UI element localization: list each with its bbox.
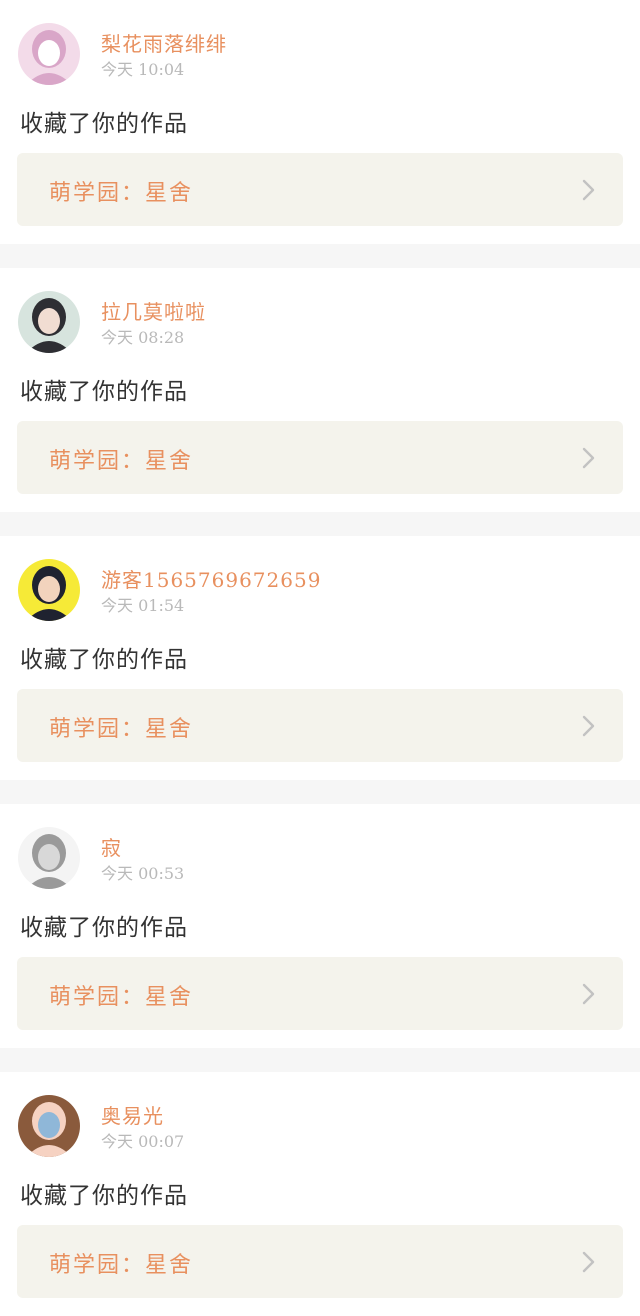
timestamp: 今天 01:54 (101, 596, 185, 615)
avatar[interactable] (18, 291, 80, 353)
username[interactable]: 奥易光 (101, 1100, 164, 1129)
work-title: 萌学园：星舍 (49, 717, 194, 742)
favorite-notification-card: 拉几莫啦啦 今天 08:28 收藏了你的作品 萌学园：星舍 (0, 268, 640, 512)
work-link[interactable]: 萌学园：星舍 (17, 421, 623, 494)
sketch-drawing-avatar (18, 827, 80, 889)
action-text: 收藏了你的作品 (20, 111, 188, 137)
chevron-right-icon (582, 983, 595, 1005)
action-text: 收藏了你的作品 (20, 379, 188, 405)
action-text: 收藏了你的作品 (20, 647, 188, 673)
work-link[interactable]: 萌学园：星舍 (17, 689, 623, 762)
timestamp: 今天 00:53 (101, 864, 185, 883)
username[interactable]: 游客1565769672659 (101, 564, 321, 593)
work-link[interactable]: 萌学园：星舍 (17, 957, 623, 1030)
work-title: 萌学园：星舍 (49, 181, 194, 206)
username[interactable]: 拉几莫啦啦 (101, 296, 206, 325)
username[interactable]: 寂 (101, 832, 122, 861)
avatar[interactable] (18, 559, 80, 621)
favorite-notification-card: 梨花雨落绯绯 今天 10:04 收藏了你的作品 萌学园：星舍 (0, 0, 640, 244)
anime-girl-brown-hair-avatar (18, 1095, 80, 1157)
timestamp: 今天 08:28 (101, 328, 185, 347)
chevron-right-icon (582, 715, 595, 737)
action-text: 收藏了你的作品 (20, 915, 188, 941)
anime-girl-pink-avatar (18, 23, 80, 85)
avatar[interactable] (18, 1095, 80, 1157)
chevron-right-icon (582, 447, 595, 469)
avatar[interactable] (18, 23, 80, 85)
work-link[interactable]: 萌学园：星舍 (17, 153, 623, 226)
work-title: 萌学园：星舍 (49, 1253, 194, 1278)
username[interactable]: 梨花雨落绯绯 (101, 28, 227, 57)
favorite-notification-card: 寂 今天 00:53 收藏了你的作品 萌学园：星舍 (0, 804, 640, 1048)
chevron-right-icon (582, 179, 595, 201)
young-man-photo-avatar (18, 291, 80, 353)
man-yellow-background-avatar (18, 559, 80, 621)
favorite-notification-card: 游客1565769672659 今天 01:54 收藏了你的作品 萌学园：星舍 (0, 536, 640, 780)
chevron-right-icon (582, 1251, 595, 1273)
timestamp: 今天 10:04 (101, 60, 185, 79)
avatar[interactable] (18, 827, 80, 889)
action-text: 收藏了你的作品 (20, 1183, 188, 1209)
work-link[interactable]: 萌学园：星舍 (17, 1225, 623, 1298)
favorites-feed: 梨花雨落绯绯 今天 10:04 收藏了你的作品 萌学园：星舍 拉几莫啦啦 今天 … (0, 0, 640, 1316)
favorite-notification-card: 奥易光 今天 00:07 收藏了你的作品 萌学园：星舍 (0, 1072, 640, 1316)
timestamp: 今天 00:07 (101, 1132, 185, 1151)
work-title: 萌学园：星舍 (49, 985, 194, 1010)
work-title: 萌学园：星舍 (49, 449, 194, 474)
